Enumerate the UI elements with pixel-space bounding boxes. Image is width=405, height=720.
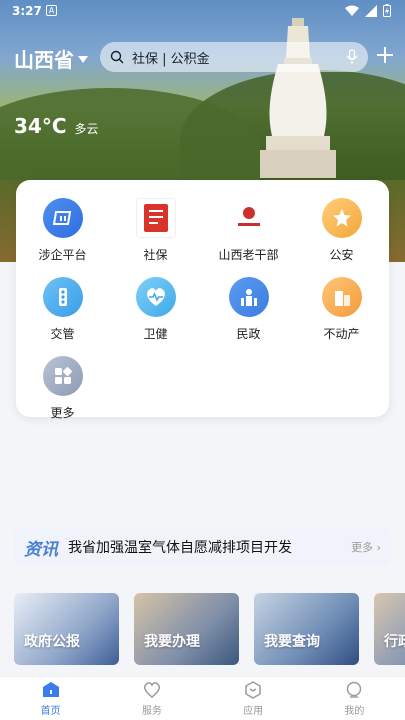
civil-affairs-icon <box>228 277 269 317</box>
service-label: 公安 <box>329 248 354 262</box>
caret-down-icon <box>78 56 88 63</box>
service-veteran-cadre[interactable]: 山西老干部 <box>202 198 295 263</box>
quick-tiles: 政府公报 我要办理 我要查询 行政 <box>14 593 405 665</box>
home-icon <box>42 682 59 697</box>
tile-label: 我要查询 <box>264 634 320 650</box>
news-bar[interactable]: 资讯 我省加强温室气体自愿减排项目开发 更多 › <box>14 528 391 566</box>
service-health[interactable]: 卫健 <box>109 277 202 342</box>
heart-icon <box>143 682 160 698</box>
news-tag: 资讯 <box>24 539 58 560</box>
tab-label: 应用 <box>243 706 264 717</box>
tile-label: 行政 <box>384 634 405 650</box>
service-label: 涉企平台 <box>38 248 87 262</box>
service-more[interactable]: 更多 <box>16 356 109 421</box>
service-label: 社保 <box>143 248 168 262</box>
plus-icon[interactable] <box>374 44 396 66</box>
status-time: 3:27 <box>12 4 42 18</box>
service-traffic[interactable]: 交管 <box>16 277 109 342</box>
health-icon <box>135 277 176 317</box>
app-hexagon-icon <box>245 681 261 699</box>
province-label: 山西省 <box>14 48 74 72</box>
search-placeholder: 社保 | 公积金 <box>132 51 210 67</box>
weather-widget: 34°C 多云 <box>14 114 99 138</box>
tile-handle-affairs[interactable]: 我要办理 <box>134 593 239 665</box>
a-notification-icon: A <box>46 5 57 16</box>
tab-mine[interactable]: 我的 <box>304 677 405 720</box>
police-icon <box>321 198 362 238</box>
tab-home[interactable]: 首页 <box>0 677 101 720</box>
more-icon <box>42 356 83 396</box>
service-real-estate[interactable]: 不动产 <box>295 277 388 342</box>
social-security-icon <box>135 198 176 238</box>
real-estate-icon <box>321 277 362 317</box>
news-headline[interactable]: 我省加强温室气体自愿减排项目开发 <box>68 537 351 557</box>
weather-condition: 多云 <box>74 122 99 136</box>
tab-label: 服务 <box>141 706 162 717</box>
service-label: 山西老干部 <box>218 248 279 262</box>
search-icon <box>110 50 124 64</box>
tile-administration[interactable]: 行政 <box>374 593 405 665</box>
tile-government-gazette[interactable]: 政府公报 <box>14 593 119 665</box>
tile-inquiry[interactable]: 我要查询 <box>254 593 359 665</box>
signal-icon <box>365 4 377 17</box>
service-enterprise-platform[interactable]: 涉企平台 <box>16 198 109 263</box>
temperature: 34°C <box>14 114 67 138</box>
service-label: 不动产 <box>323 327 360 341</box>
service-label: 更多 <box>50 406 75 420</box>
service-civil-affairs[interactable]: 民政 <box>202 277 295 342</box>
microphone-icon[interactable] <box>346 49 358 65</box>
tab-label: 首页 <box>40 706 61 717</box>
status-bar: 3:27 A <box>0 0 405 24</box>
service-card: 涉企平台 社保 山西老干部 公安 交管 卫健 民政 不动产 更多 <box>16 180 389 420</box>
service-label: 卫健 <box>143 327 168 341</box>
enterprise-platform-icon <box>42 198 83 238</box>
battery-icon <box>383 4 391 17</box>
news-more-link[interactable]: 更多 › <box>351 539 381 555</box>
bottom-tab-bar: 首页 服务 应用 我的 <box>0 676 405 720</box>
tab-label: 我的 <box>344 706 365 717</box>
tile-label: 我要办理 <box>144 634 200 650</box>
veteran-cadre-icon <box>228 198 269 238</box>
search-bar[interactable]: 社保 | 公积金 <box>100 42 368 72</box>
user-circle-icon <box>347 681 362 698</box>
service-police[interactable]: 公安 <box>295 198 388 263</box>
service-label: 交管 <box>50 327 75 341</box>
tab-apps[interactable]: 应用 <box>203 677 304 720</box>
service-label: 民政 <box>236 327 261 341</box>
tab-service[interactable]: 服务 <box>101 677 202 720</box>
tile-label: 政府公报 <box>24 634 80 650</box>
service-social-security[interactable]: 社保 <box>109 198 202 263</box>
province-selector[interactable]: 山西省 <box>14 44 88 73</box>
wifi-icon <box>345 5 359 16</box>
traffic-icon <box>42 277 83 317</box>
